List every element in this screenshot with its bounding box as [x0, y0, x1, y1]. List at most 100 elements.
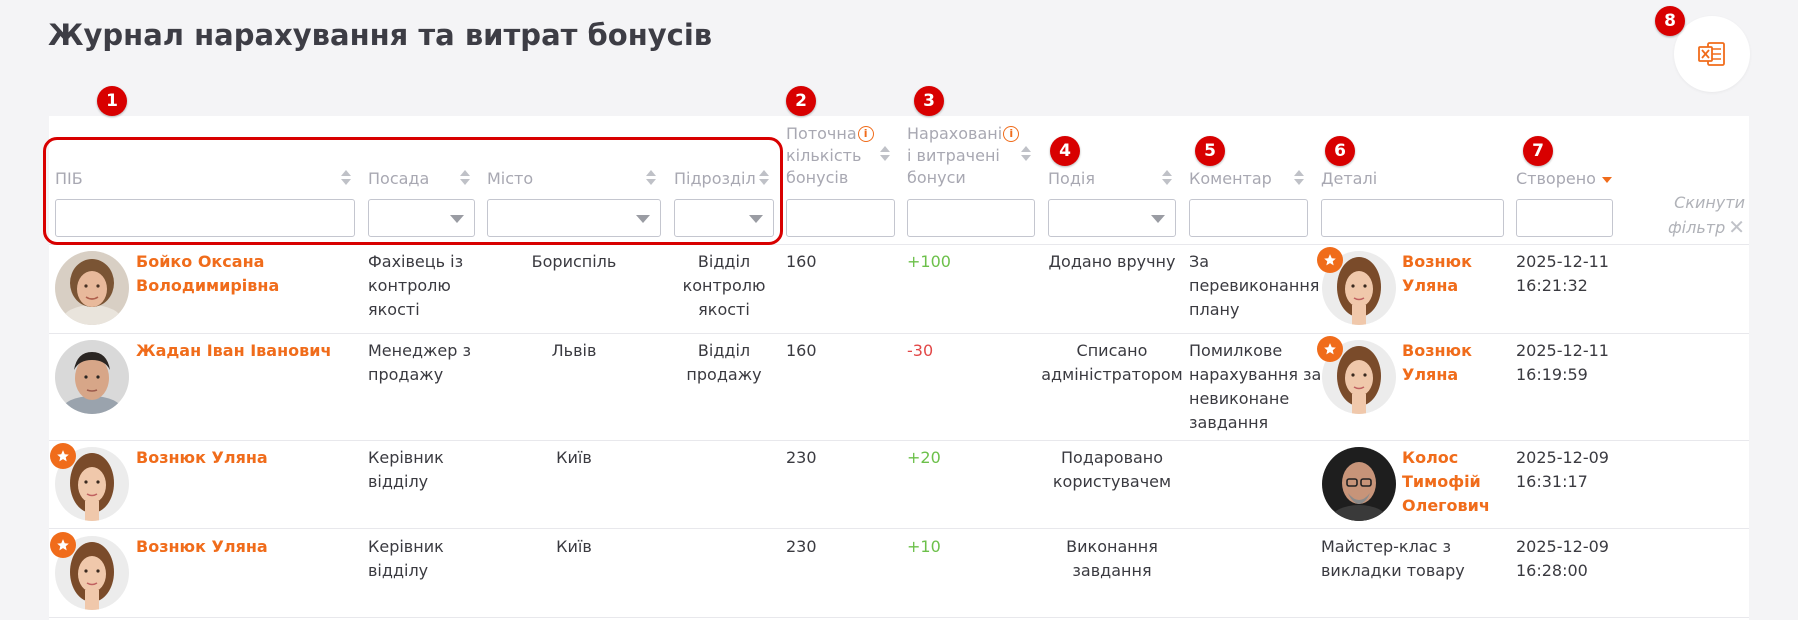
star-icon	[1317, 247, 1343, 273]
bonus-delta-cell: +100	[907, 252, 951, 271]
column-header-accrued[interactable]: Нараховані i і витрачені бонуси	[907, 123, 1020, 189]
comment-line3: плану	[1189, 300, 1240, 319]
avatar[interactable]	[1322, 447, 1396, 521]
page-title: Журнал нарахування та витрат бонусів	[48, 18, 713, 52]
info-icon[interactable]: i	[857, 126, 874, 142]
details-user-link[interactable]: Вознюк Уляна	[1402, 250, 1472, 298]
employee-name-link[interactable]: Вознюк Уляна	[136, 535, 268, 559]
position-line1: Керівник	[368, 448, 444, 467]
export-excel-button[interactable]	[1674, 16, 1750, 92]
sort-icon[interactable]	[880, 146, 890, 162]
position-line2: контролю	[368, 276, 451, 295]
event-line1: Подаровано	[1060, 448, 1164, 467]
sort-icon[interactable]	[1162, 170, 1172, 186]
position-line1: Менеджер з	[368, 341, 472, 360]
current-bonus-cell: 160	[786, 341, 817, 360]
avatar[interactable]	[55, 251, 129, 325]
position-cell: Керівник відділу	[368, 535, 444, 583]
column-header-accrued-line3: бонуси	[907, 168, 966, 187]
comment-line1: Помилкове	[1189, 341, 1283, 360]
position-line2: відділу	[368, 472, 429, 491]
employee-name-line2: Володимирівна	[136, 276, 280, 295]
column-header-details[interactable]: Деталі	[1321, 168, 1377, 190]
column-header-current-line3: бонусів	[786, 168, 849, 187]
sort-icon[interactable]	[1294, 170, 1304, 186]
event-line2: адміністратором	[1041, 365, 1183, 384]
sort-desc-icon[interactable]	[1602, 177, 1612, 185]
column-header-event[interactable]: Подія	[1048, 168, 1095, 190]
annotation-badge-5: 5	[1195, 136, 1225, 166]
department-cell: Відділ контролю якості	[674, 250, 774, 322]
employee-name-link[interactable]: Вознюк Уляна	[136, 446, 268, 470]
filter-accrued-input[interactable]	[907, 199, 1035, 237]
column-header-current[interactable]: Поточна i кількість бонусів	[786, 123, 874, 189]
filter-created-input[interactable]	[1516, 199, 1613, 237]
details-cell: Майстер-клас з викладки товару	[1321, 535, 1465, 583]
details-line2: Уляна	[1402, 276, 1459, 295]
department-line1: Відділ	[697, 252, 751, 271]
comment-line2: перевиконання	[1189, 276, 1320, 295]
event-cell: Додано вручну	[1048, 250, 1176, 274]
employee-name-link[interactable]: Бойко Оксана Володимирівна	[136, 250, 279, 298]
close-icon: ✕	[1728, 215, 1745, 239]
column-header-created[interactable]: Створено	[1516, 168, 1596, 190]
column-header-comment[interactable]: Коментар	[1189, 168, 1272, 190]
annotation-badge-6: 6	[1325, 136, 1355, 166]
annotation-badge-1: 1	[97, 86, 127, 116]
sort-icon[interactable]	[1021, 146, 1031, 162]
column-header-current-line1: Поточна	[786, 124, 857, 143]
event-line1: Списано	[1076, 341, 1148, 360]
city-cell: Бориспіль	[531, 252, 617, 271]
avatar-photo-icon	[1322, 447, 1396, 521]
comment-cell: Помилкове нарахування за невиконане завд…	[1189, 339, 1321, 435]
details-line1: Вознюк	[1402, 252, 1472, 271]
created-time: 16:28:00	[1516, 561, 1588, 580]
avatar-photo-icon	[55, 251, 129, 325]
details-user-link[interactable]: Колос Тимофій Олегович	[1402, 446, 1490, 518]
bonus-delta-cell: +20	[907, 448, 941, 467]
details-user-link[interactable]: Вознюк Уляна	[1402, 339, 1472, 387]
filter-group-highlight	[43, 137, 783, 245]
details-line2: Тимофій	[1402, 472, 1481, 491]
comment-line3: невиконане	[1189, 389, 1290, 408]
position-line3: якості	[368, 300, 420, 319]
avatar-photo-icon	[55, 340, 129, 414]
position-cell: Менеджер з продажу	[368, 339, 471, 387]
row-divider	[49, 333, 1749, 334]
department-line2: контролю	[682, 276, 766, 295]
employee-name-line1: Вознюк Уляна	[136, 448, 268, 467]
info-icon[interactable]: i	[1003, 126, 1020, 142]
reset-filter-button[interactable]: Скинути фільтр ✕	[1643, 190, 1745, 240]
created-time: 16:31:17	[1516, 472, 1588, 491]
filter-current-input[interactable]	[786, 199, 895, 237]
filter-comment-input[interactable]	[1189, 199, 1308, 237]
excel-export-icon	[1698, 42, 1725, 66]
created-time: 16:21:32	[1516, 276, 1588, 295]
created-cell: 2025-12-09 16:31:17	[1516, 446, 1609, 494]
details-line3: Олегович	[1402, 496, 1490, 515]
department-cell: Відділ продажу	[674, 339, 774, 387]
annotation-badge-4: 4	[1050, 136, 1080, 166]
filter-event-select[interactable]	[1048, 199, 1176, 237]
event-line2: завдання	[1072, 561, 1152, 580]
event-line1: Виконання	[1066, 537, 1158, 556]
avatar[interactable]	[55, 340, 129, 414]
row-divider	[49, 528, 1749, 529]
annotation-badge-8: 8	[1655, 6, 1685, 36]
created-time: 16:19:59	[1516, 365, 1588, 384]
details-line1: Вознюк	[1402, 341, 1472, 360]
employee-name-link[interactable]: Жадан Іван Іванович	[136, 339, 331, 363]
event-line2: користувачем	[1052, 472, 1172, 491]
bonus-delta-cell: +10	[907, 537, 941, 556]
annotation-badge-7: 7	[1523, 136, 1553, 166]
department-line2: продажу	[686, 365, 762, 384]
event-cell: Списано адміністратором	[1039, 339, 1185, 387]
created-date: 2025-12-11	[1516, 341, 1609, 360]
event-cell: Виконання завдання	[1048, 535, 1176, 583]
bonus-delta-cell: -30	[907, 341, 934, 360]
filter-details-input[interactable]	[1321, 199, 1504, 237]
column-header-accrued-line1: Нараховані	[907, 124, 1003, 143]
current-bonus-cell: 230	[786, 537, 817, 556]
position-cell: Керівник відділу	[368, 446, 444, 494]
details-line2: викладки товару	[1321, 561, 1465, 580]
